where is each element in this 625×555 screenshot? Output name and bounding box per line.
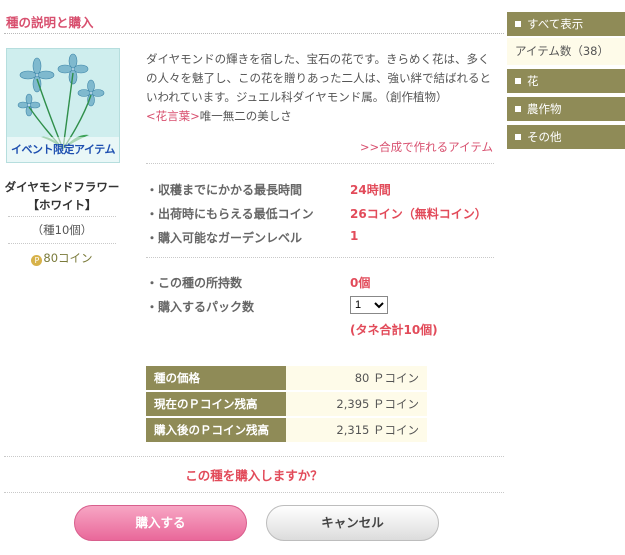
stat-harvest-time-value: 24時間 <box>350 183 391 197</box>
pack-count-select[interactable]: 1 <box>350 296 388 314</box>
stat-garden-level-label: ・購入可能なガーデンレベル <box>146 231 303 245</box>
stat-harvest-time-label: ・収穫までにかかる最長時間 <box>146 183 303 197</box>
divider <box>4 456 504 457</box>
sidebar-item-flower[interactable]: 花 <box>507 69 625 94</box>
coin-icon: P <box>31 255 43 266</box>
pack-count-wrap: 1 <box>350 296 388 314</box>
sidebar-item-crops[interactable]: 農作物 <box>507 97 625 122</box>
pack-count-label: ・購入するパック数 <box>146 300 255 314</box>
table-row: 現在のＰコイン残高 2,395 Ｐコイン <box>146 391 427 418</box>
item-description: ダイヤモンドの輝きを宿した、宝石の花です。きらめく花は、多くの人々を魅了し、この… <box>146 50 496 126</box>
flower-language: <花言葉>唯一無二の美しさ <box>146 107 496 126</box>
table-row: 種の価格 80 Ｐコイン <box>146 366 427 392</box>
buy-button[interactable]: 購入する <box>74 505 247 541</box>
item-price: P 80コイン <box>4 250 120 266</box>
sidebar-item-show-all[interactable]: すべて表示 <box>507 12 625 37</box>
flower-language-value: 唯一無二の美しさ <box>199 109 292 123</box>
current-balance-label: 現在のＰコイン残高 <box>146 391 287 418</box>
seed-price-value: 80 Ｐコイン <box>286 366 427 392</box>
pack-seed-total: (タネ合計10個) <box>350 323 438 337</box>
bullet-square-icon <box>515 134 521 140</box>
craft-items-link[interactable]: >>合成で作れるアイテム <box>260 139 493 155</box>
seed-quantity: （種10個） <box>31 223 93 237</box>
stat-min-coin-value: 26コイン（無料コイン） <box>350 207 487 221</box>
sidebar-item-label: 花 <box>527 74 539 88</box>
sidebar-item-count: アイテム数（38） <box>507 38 625 65</box>
sidebar-item-label: 農作物 <box>527 102 562 116</box>
event-limited-banner: イベント限定アイテム <box>11 143 115 156</box>
table-row: 購入後のＰコイン残高 2,315 Ｐコイン <box>146 417 427 444</box>
section-title: 種の説明と購入 <box>6 15 94 30</box>
current-balance-value: 2,395 Ｐコイン <box>286 391 427 418</box>
cancel-button[interactable]: キャンセル <box>266 505 439 541</box>
item-name-line2: 【ホワイト】 <box>27 198 97 212</box>
item-name-line1: ダイヤモンドフラワー <box>4 180 120 194</box>
price-table: 種の価格 80 Ｐコイン 現在のＰコイン残高 2,395 Ｐコイン 購入後のＰコ… <box>146 366 427 444</box>
purchase-confirm-text: この種を購入しますか？ <box>185 468 323 483</box>
stat-garden-level-value: 1 <box>350 229 359 243</box>
bullet-square-icon <box>515 78 521 84</box>
header-divider <box>4 33 504 34</box>
seed-price-label: 種の価格 <box>146 366 287 392</box>
item-name: ダイヤモンドフラワー 【ホワイト】 <box>4 178 120 214</box>
sidebar-item-label: すべて表示 <box>527 17 584 31</box>
stat-min-coin-label: ・出荷時にもらえる最低コイン <box>146 207 314 221</box>
bullet-square-icon <box>515 21 521 27</box>
balance-after-value: 2,315 Ｐコイン <box>286 417 427 444</box>
balance-after-label: 購入後のＰコイン残高 <box>146 417 287 444</box>
item-image: イベント限定アイテム <box>6 48 120 163</box>
divider <box>8 243 116 244</box>
description-text: ダイヤモンドの輝きを宿した、宝石の花です。きらめく花は、多くの人々を魅了し、この… <box>146 52 491 104</box>
sidebar-item-other[interactable]: その他 <box>507 125 625 150</box>
item-price-text: 80コイン <box>43 251 93 265</box>
bullet-square-icon <box>515 106 521 112</box>
divider <box>146 163 494 164</box>
sidebar-item-label: その他 <box>527 130 562 144</box>
divider <box>146 257 494 258</box>
owned-count-value: 0個 <box>350 276 371 290</box>
flower-language-label: <花言葉> <box>146 109 200 123</box>
owned-count-label: ・この種の所持数 <box>146 276 243 290</box>
divider <box>8 216 116 217</box>
divider <box>4 492 504 493</box>
